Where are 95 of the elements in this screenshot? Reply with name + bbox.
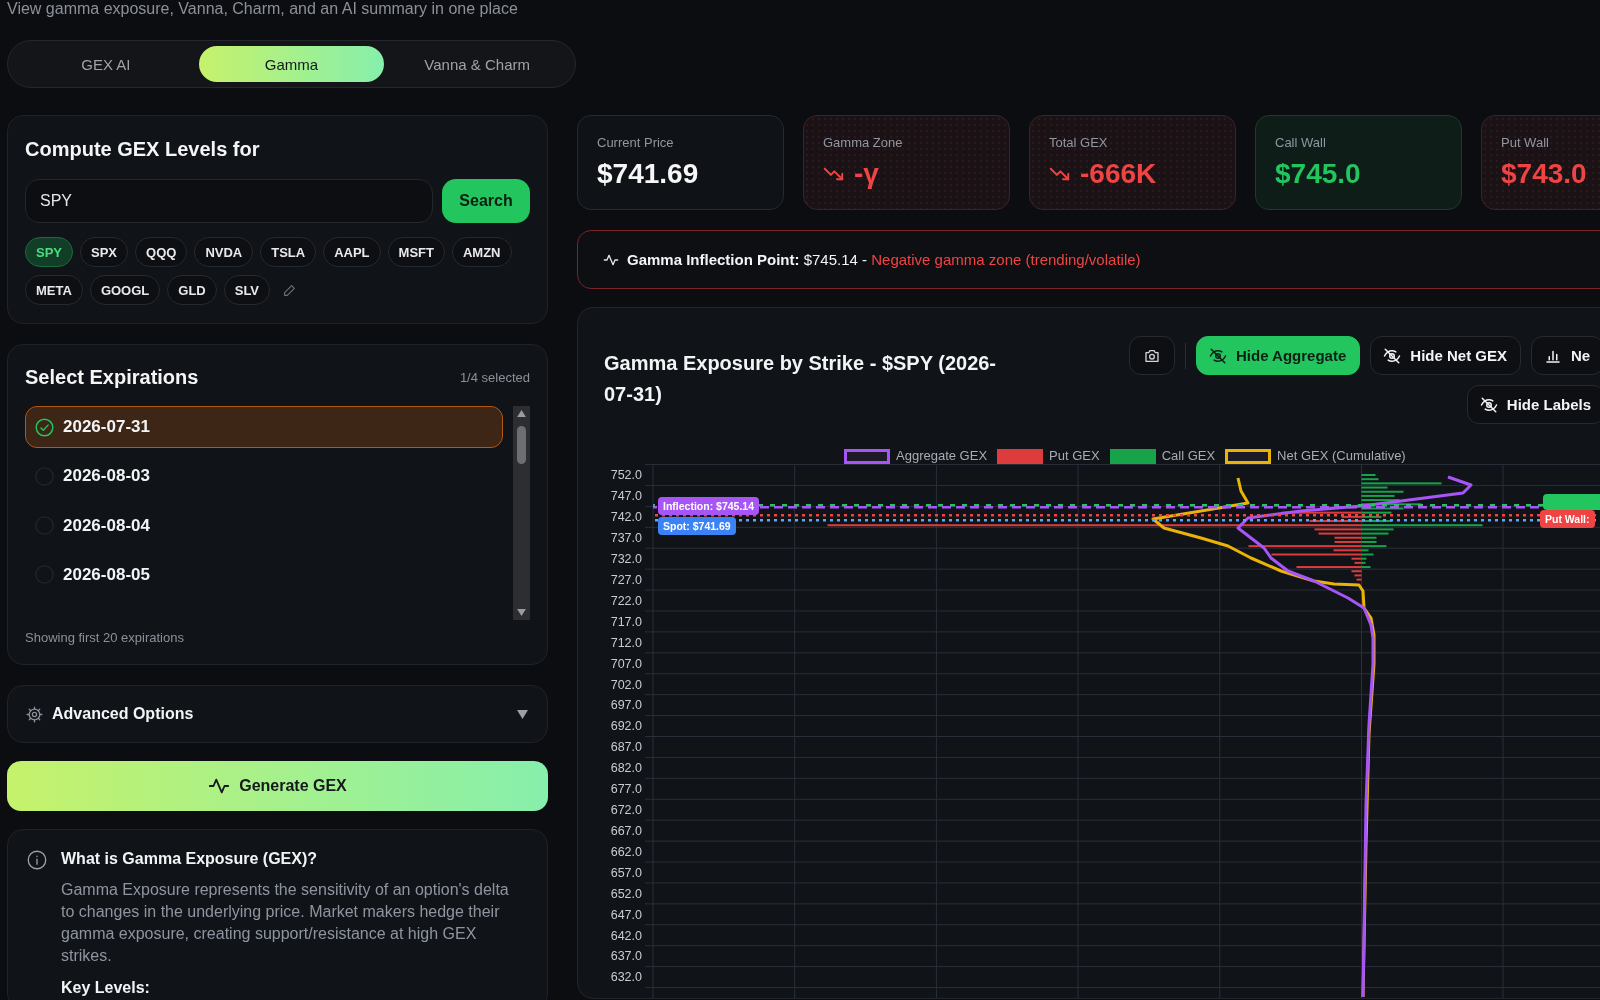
axis-label: 642.0 [610, 928, 642, 943]
pencil-icon[interactable] [283, 283, 297, 297]
ticker-chip[interactable]: GLD [167, 275, 217, 305]
expiration-option[interactable]: 2026-08-03 [25, 455, 503, 498]
line-tag-icon [1543, 494, 1600, 510]
axis-label: 652.0 [610, 886, 642, 901]
axis-label: 697.0 [610, 698, 642, 713]
legend-label: Aggregate GEX [896, 448, 988, 464]
scroll-down-icon[interactable] [517, 609, 526, 616]
expiration-option[interactable]: 2026-08-05 [25, 553, 503, 596]
stat-label: Total GEX [1049, 135, 1109, 151]
axis-label: 742.0 [610, 510, 642, 525]
eye-off-icon [1383, 346, 1402, 365]
axis-label: 692.0 [610, 719, 642, 734]
axis-label: 707.0 [610, 656, 642, 671]
info-subheading: Key Levels: [61, 978, 151, 998]
stat-value: -666K [1080, 157, 1157, 191]
camera-button[interactable] [1129, 336, 1175, 375]
axis-label: 717.0 [610, 614, 642, 629]
eye-off-icon [1479, 395, 1498, 414]
ticker-chip[interactable]: NVDA [194, 237, 254, 267]
axis-label: 682.0 [610, 761, 642, 776]
legend-label: Net GEX (Cumulative) [1277, 448, 1406, 464]
axis-label: 647.0 [610, 907, 642, 922]
axis-label: 732.0 [610, 552, 642, 566]
axis-label: 737.0 [610, 531, 642, 546]
ticker-input[interactable]: SPY [25, 179, 433, 223]
axis-label: 672.0 [610, 803, 642, 817]
ticker-chip[interactable]: AMZN [451, 237, 512, 267]
axis-label: 687.0 [610, 740, 642, 755]
toggle-button[interactable]: Hide Aggregate [1196, 336, 1361, 375]
stat-value: $743.0 [1501, 157, 1587, 191]
axis-label: 657.0 [610, 865, 642, 880]
generate-button[interactable]: Generate GEX [7, 761, 548, 811]
panel-title: Compute GEX Levels for [25, 137, 261, 162]
level-tag: Inflection: $745.14 [658, 497, 760, 515]
legend-label: Call GEX [1161, 448, 1216, 464]
info-paragraph: Gamma Exposure represents the sensitivity of an option's delta to changes in the underlying price. Market makers hedge their gamma exposure, creating support/resistance at high GEX strikes. [61, 880, 510, 966]
stat-label: Gamma Zone [823, 135, 904, 151]
ticker-chip[interactable]: SLV [223, 275, 271, 305]
camera-icon [1144, 347, 1160, 364]
axis-label: 727.0 [610, 572, 642, 587]
expiration-option[interactable]: 2026-07-31 [25, 406, 503, 448]
ticker-chip[interactable]: META [25, 275, 83, 305]
axis-label: 722.0 [610, 593, 642, 608]
legend-label: Put GEX [1049, 448, 1100, 464]
tab[interactable]: GEX AI [13, 46, 199, 82]
level-tag: Spot: $741.69 [658, 517, 736, 535]
ticker-chip[interactable]: AAPL [323, 237, 381, 267]
caret-icon [517, 709, 528, 719]
inflection-point-text: Gamma Inflection Point: $745.14 - Negative gamma zone (trending/volatile) [627, 251, 1141, 268]
scrollbar-track[interactable] [513, 406, 530, 620]
tab[interactable]: Vanna & Charm [384, 46, 570, 82]
ticker-chip[interactable]: MSFT [387, 237, 445, 267]
ticker-chip[interactable]: GOOGL [89, 275, 161, 305]
axis-label: 752.0 [610, 468, 642, 483]
eye-off-icon [1209, 346, 1227, 365]
ticker-chip[interactable]: SPY [25, 237, 73, 267]
toggle-button[interactable]: Ne [1531, 336, 1600, 375]
toggle-button[interactable]: Hide Labels [1466, 385, 1600, 424]
scrollbar-thumb[interactable] [517, 426, 526, 464]
axis-label: 712.0 [610, 635, 642, 650]
stat-value: $745.0 [1275, 157, 1361, 191]
search-button[interactable]: Search [442, 179, 530, 223]
gear-icon [26, 705, 43, 723]
info-title: What is Gamma Exposure (GEX)? [61, 849, 319, 869]
ticker-chip[interactable]: SPX [80, 237, 129, 267]
advanced-options-toggle[interactable]: Advanced Options [7, 685, 548, 743]
panel-title: Select Expirations [25, 365, 199, 390]
stat-value: $741.69 [597, 157, 699, 191]
scroll-up-icon[interactable] [517, 410, 526, 417]
axis-label: 637.0 [610, 949, 642, 964]
ticker-chip[interactable]: TSLA [260, 237, 317, 267]
axis-label: 677.0 [610, 782, 642, 797]
ticker-chip[interactable]: QQQ [135, 237, 188, 267]
axis-label: 662.0 [610, 844, 642, 859]
call-gex-bar [1361, 566, 1371, 569]
stat-label: Call Wall [1275, 135, 1327, 151]
stat-value: -γ [854, 157, 879, 191]
axis-label: 702.0 [610, 677, 642, 692]
level-tag: Put Wall: [1540, 510, 1595, 528]
selection-count: 1/4 selected [459, 369, 530, 385]
axis-label: 667.0 [610, 823, 642, 838]
page-subtitle: View gamma exposure, Vanna, Charm, and an AI summary in one place [7, 0, 519, 19]
tab[interactable]: Gamma [198, 46, 385, 82]
info-icon [27, 850, 47, 870]
expiration-option[interactable]: 2026-08-04 [25, 504, 503, 547]
axis-label: 632.0 [610, 970, 642, 985]
chart-title: Gamma Exposure by Strike - $SPY (2026-07-31) [604, 351, 998, 407]
stat-label: Current Price [597, 135, 675, 151]
expirations-note: Showing first 20 expirations [25, 630, 185, 646]
check-circle-icon [35, 417, 54, 437]
axis-label: 747.0 [610, 489, 642, 504]
toggle-button[interactable]: Hide Net GEX [1370, 336, 1521, 375]
stat-label: Put Wall [1501, 135, 1550, 151]
